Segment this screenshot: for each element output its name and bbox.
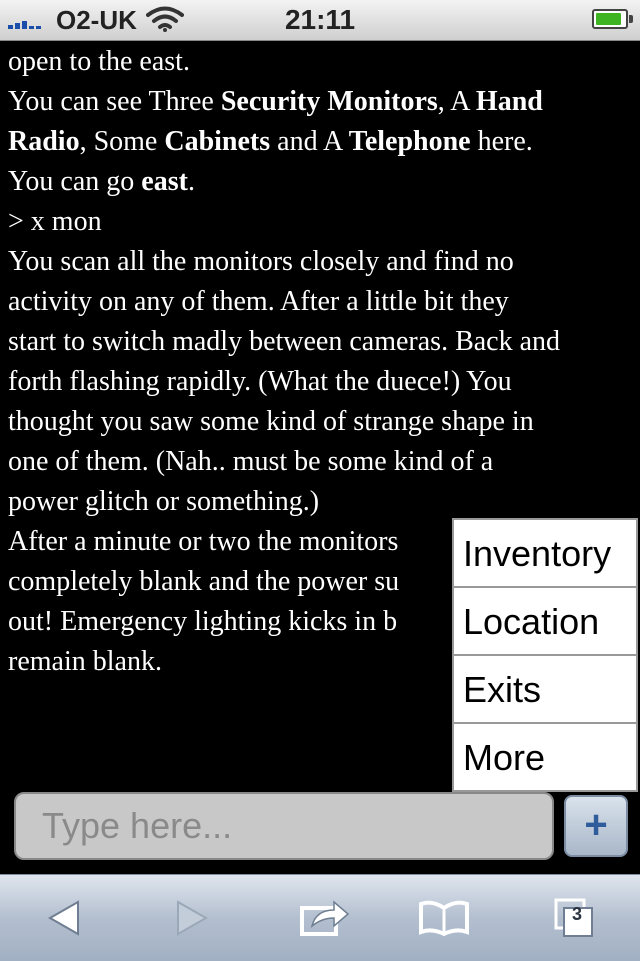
input-row: +	[0, 792, 640, 872]
transcript-text: here.	[470, 126, 533, 157]
clock: 21:11	[284, 4, 356, 35]
object-keyword: Security Monitors	[220, 86, 438, 117]
add-button[interactable]: +	[564, 795, 628, 857]
browser-toolbar: 3	[0, 874, 640, 961]
transcript-line: > x mon	[8, 202, 640, 242]
menu-item-inventory[interactable]: Inventory	[454, 520, 636, 588]
forward-button[interactable]	[142, 875, 242, 961]
transcript-text: forth flashing rapidly. (What the duece!…	[8, 366, 512, 397]
transcript-text: After a minute or two the monitors	[8, 526, 399, 557]
transcript-text: You can go	[8, 166, 142, 197]
battery-icon	[592, 9, 628, 29]
share-icon	[300, 900, 350, 936]
back-icon	[47, 900, 79, 936]
transcript-line: You can go east.	[8, 162, 640, 202]
tabs-count: 3	[571, 904, 582, 924]
object-keyword: Hand	[475, 86, 543, 117]
menu-item-location[interactable]: Location	[454, 588, 636, 656]
transcript-text: , A	[437, 86, 476, 117]
transcript-text: , Some	[79, 126, 165, 157]
object-keyword: east	[141, 166, 188, 197]
status-bar: O2-UK 21:11	[0, 0, 640, 41]
transcript-text: > x mon	[8, 206, 102, 237]
object-keyword: Cabinets	[164, 126, 271, 157]
transcript-line: Radio, Some Cabinets and A Telephone her…	[8, 122, 640, 162]
transcript-line: thought you saw some kind of strange sha…	[8, 402, 640, 442]
transcript-text: open to the east.	[8, 46, 190, 77]
menu-item-exits[interactable]: Exits	[454, 656, 636, 724]
forward-icon	[177, 900, 209, 936]
transcript-text: and A	[270, 126, 349, 157]
back-button[interactable]	[14, 875, 114, 961]
transcript-line: You can see Three Security Monitors, A H…	[8, 82, 640, 122]
transcript-text: one of them. (Nah.. must be some kind of…	[8, 446, 494, 477]
transcript-line: start to switch madly between cameras. B…	[8, 322, 640, 362]
transcript-text: .	[187, 166, 195, 197]
quick-menu: Inventory Location Exits More	[452, 518, 638, 792]
menu-item-more[interactable]: More	[454, 724, 636, 792]
transcript-text: out! Emergency lighting kicks in b	[8, 606, 398, 637]
transcript-line: power glitch or something.)	[8, 482, 640, 522]
transcript-line: activity on any of them. After a little …	[8, 282, 640, 322]
transcript-text: start to switch madly between cameras. B…	[8, 326, 561, 357]
transcript-text: completely blank and the power su	[8, 566, 400, 597]
transcript-line: You scan all the monitors closely and fi…	[8, 242, 640, 282]
transcript-line: forth flashing rapidly. (What the duece!…	[8, 362, 640, 402]
transcript-text: power glitch or something.)	[8, 486, 320, 517]
transcript-text: activity on any of them. After a little …	[8, 286, 509, 317]
bookmarks-button[interactable]	[394, 875, 494, 961]
transcript-text: thought you saw some kind of strange sha…	[8, 406, 534, 437]
command-input[interactable]	[14, 792, 554, 860]
transcript-line: open to the east.	[8, 42, 640, 82]
transcript-text: You can see Three	[8, 86, 221, 117]
bookmarks-icon	[419, 900, 469, 936]
share-button[interactable]	[274, 875, 374, 961]
transcript-text: remain blank.	[8, 646, 162, 677]
battery-tip	[629, 15, 633, 23]
object-keyword: Radio	[8, 126, 80, 157]
transcript-line: one of them. (Nah.. must be some kind of…	[8, 442, 640, 482]
object-keyword: Telephone	[348, 126, 471, 157]
transcript-text: You scan all the monitors closely and fi…	[8, 246, 514, 277]
